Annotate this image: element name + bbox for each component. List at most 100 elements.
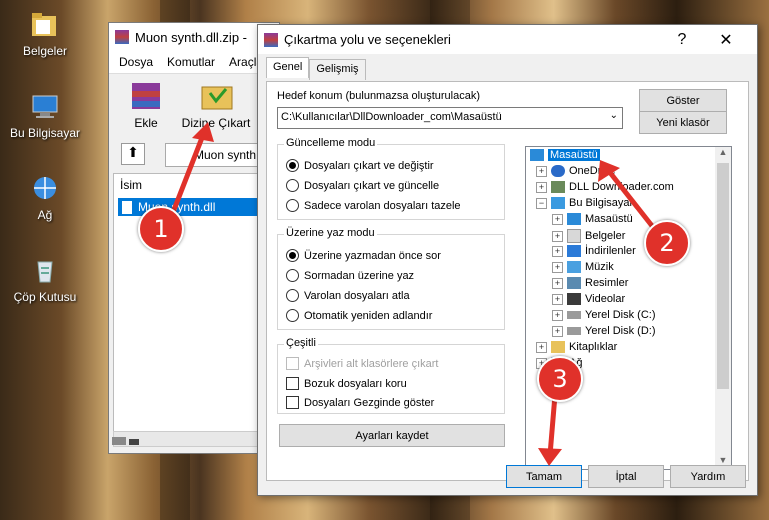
add-button[interactable]: Ekle — [121, 79, 171, 130]
expand-icon[interactable]: + — [552, 277, 563, 289]
expand-icon[interactable]: + — [552, 325, 563, 337]
checkbox — [286, 396, 299, 409]
desktop-icon-documents[interactable]: Belgeler — [13, 10, 77, 58]
winrar-file-list: İsim Muon synth.dll — [113, 173, 281, 433]
winrar-app-icon — [264, 32, 278, 47]
tree-node-label: Belgeler — [585, 230, 626, 242]
destination-combobox[interactable]: C:\Kullanıcılar\DllDownloader_com\Masaüs… — [277, 107, 623, 129]
tab-general[interactable]: Genel — [266, 57, 310, 78]
desktop-icon-this-pc[interactable]: Bu Bilgisayar — [5, 92, 85, 140]
column-header-name[interactable]: İsim — [120, 178, 142, 192]
radio-button — [286, 289, 299, 302]
desktop-icon-recycle-bin[interactable]: Çöp Kutusu — [6, 256, 84, 304]
tree-scrollbar[interactable]: ▲ ▼ — [715, 147, 731, 469]
radio-ask-before-overwrite[interactable]: Üzerine yazmadan önce sor — [286, 249, 441, 262]
desktop-icon-network[interactable]: Ağ — [13, 174, 77, 222]
cancel-button[interactable]: İptal — [588, 465, 664, 488]
dll-file-icon — [122, 200, 132, 214]
extract-folder-icon — [201, 86, 233, 110]
ok-button[interactable]: Tamam — [506, 465, 582, 488]
tree-node-label: Kitaplıklar — [569, 341, 618, 353]
tree-node-pictures[interactable]: + Resimler — [552, 277, 628, 289]
tree-node-user[interactable]: + DLL Downloader.com — [536, 181, 674, 193]
tree-node-label: Yerel Disk (C:) — [585, 309, 656, 321]
radio-button — [286, 159, 299, 172]
radio-overwrite-without-prompt[interactable]: Sormadan üzerine yaz — [286, 269, 414, 282]
expand-icon[interactable]: + — [552, 293, 563, 305]
tree-node-videos[interactable]: + Videolar — [552, 293, 625, 305]
help-title-button[interactable]: ? — [662, 25, 702, 54]
tree-node-music[interactable]: + Müzik — [552, 261, 614, 273]
network-icon — [30, 174, 60, 204]
option-label: Varolan dosyaları atla — [304, 289, 410, 302]
videos-icon — [567, 293, 581, 305]
new-folder-button[interactable]: Yeni klasör — [639, 111, 727, 134]
folder-documents-icon — [30, 10, 60, 40]
folder-tree[interactable]: Masaüstü + OneDrive + DLL Downloader.com −… — [525, 146, 732, 470]
drive-icon — [567, 311, 581, 319]
winrar-menubar: Dosya Komutlar Araçla — [109, 51, 279, 74]
expand-icon[interactable]: + — [552, 213, 563, 225]
collapse-icon[interactable]: − — [536, 197, 547, 209]
tree-node-disk-c[interactable]: + Yerel Disk (C:) — [552, 309, 656, 321]
checkbox-keep-broken[interactable]: Bozuk dosyaları koru — [286, 377, 407, 390]
tree-node-onedrive[interactable]: + OneDrive — [536, 165, 615, 177]
expand-icon[interactable]: + — [536, 165, 547, 177]
close-button[interactable]: ✕ — [706, 25, 746, 54]
menu-item-file[interactable]: Dosya — [119, 55, 153, 69]
tree-node-label: DLL Downloader.com — [569, 181, 674, 193]
expand-icon[interactable]: + — [536, 181, 547, 193]
desktop-icon-label: Bu Bilgisayar — [9, 126, 81, 140]
tree-node-label: Masaüstü — [548, 149, 600, 161]
downloads-icon — [567, 245, 581, 257]
save-settings-button[interactable]: Ayarları kaydet — [279, 424, 505, 447]
expand-icon[interactable]: + — [552, 230, 563, 242]
scroll-up-icon[interactable]: ▲ — [715, 147, 731, 161]
dialog-titlebar: Çıkartma yolu ve seçenekleri ? ✕ — [258, 25, 757, 54]
menu-item-commands[interactable]: Komutlar — [167, 55, 215, 69]
checkbox-show-in-explorer[interactable]: Dosyaları Gezginde göster — [286, 396, 434, 409]
tree-node-desktop[interactable]: Masaüstü — [530, 149, 600, 161]
expand-icon[interactable]: + — [552, 245, 563, 257]
scroll-thumb[interactable] — [717, 163, 729, 389]
option-label: Sormadan üzerine yaz — [304, 269, 415, 282]
tab-advanced[interactable]: Gelişmiş — [309, 59, 366, 80]
tree-node-libraries[interactable]: + Kitaplıklar — [536, 341, 617, 353]
tree-node-documents[interactable]: + Belgeler — [552, 229, 625, 243]
radio-button — [286, 199, 299, 212]
file-row[interactable]: Muon synth.dll — [118, 198, 278, 216]
tree-node-this-pc[interactable]: − Bu Bilgisayar — [536, 197, 633, 209]
option-label: Bozuk dosyaları koru — [304, 377, 407, 390]
desktop-icon — [567, 213, 581, 225]
winrar-statusbar — [112, 434, 142, 448]
winrar-titlebar: Muon synth.dll.zip - — [109, 23, 279, 51]
radio-extract-update[interactable]: Dosyaları çıkart ve güncelle — [286, 179, 439, 192]
tree-node-pc-desktop[interactable]: + Masaüstü — [552, 213, 633, 225]
tree-node-label: Resimler — [585, 277, 629, 289]
radio-extract-replace[interactable]: Dosyaları çıkart ve değiştir — [286, 159, 434, 172]
radio-freshen-existing[interactable]: Sadece varolan dosyaları tazele — [286, 199, 461, 212]
show-button[interactable]: Göster — [639, 89, 727, 112]
checkbox-extract-subfolders: Arşivleri alt klasörlere çıkart — [286, 357, 438, 370]
expand-icon[interactable]: + — [536, 341, 547, 353]
tree-node-disk-d[interactable]: + Yerel Disk (D:) — [552, 325, 656, 337]
option-label: Dosyaları Gezginde göster — [304, 396, 435, 409]
option-label: Sadece varolan dosyaları tazele — [304, 199, 461, 212]
overwrite-mode-label: Üzerine yaz modu — [284, 227, 377, 239]
radio-rename-automatically[interactable]: Otomatik yeniden adlandır — [286, 309, 432, 322]
help-button[interactable]: Yardım — [670, 465, 746, 488]
expand-icon[interactable]: + — [552, 309, 563, 321]
option-label: Otomatik yeniden adlandır — [304, 309, 433, 322]
extraction-dialog: Çıkartma yolu ve seçenekleri ? ✕ Genel G… — [257, 24, 758, 496]
chevron-down-icon[interactable]: ⌄ — [610, 110, 618, 121]
tree-node-downloads[interactable]: + İndirilenler — [552, 245, 636, 257]
up-folder-button[interactable]: ⬆ — [121, 143, 145, 165]
destination-value: C:\Kullanıcılar\DllDownloader_com\Masaüs… — [281, 111, 502, 123]
extract-to-button[interactable]: Dizine Çıkart — [179, 79, 253, 130]
step-marker-2: 2 — [644, 220, 690, 266]
close-icon: ✕ — [719, 31, 733, 49]
expand-icon[interactable]: + — [552, 261, 563, 273]
misc-label: Çeşitli — [284, 337, 318, 349]
radio-button — [286, 179, 299, 192]
radio-skip-existing[interactable]: Varolan dosyaları atla — [286, 289, 410, 302]
